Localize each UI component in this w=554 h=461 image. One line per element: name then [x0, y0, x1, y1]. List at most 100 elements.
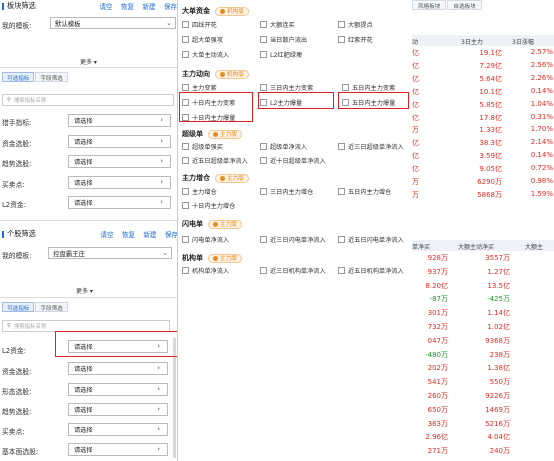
checkbox-box[interactable]: [260, 21, 267, 28]
checkbox-item[interactable]: 主力变紫: [182, 83, 217, 92]
checkbox-label: 机构单净流入: [192, 268, 230, 275]
checkbox-box[interactable]: [260, 51, 267, 58]
checkbox-box[interactable]: [182, 267, 189, 274]
checkbox-item[interactable]: 闪电单净流入: [182, 235, 229, 244]
checkbox-box[interactable]: [182, 236, 189, 243]
checkbox-box[interactable]: [182, 36, 189, 43]
clear-button[interactable]: 请空: [99, 3, 112, 11]
checkbox-box[interactable]: [260, 143, 267, 150]
filter-select-fundamental[interactable]: 请选择 ›: [68, 443, 168, 456]
checkbox-box[interactable]: [338, 143, 345, 150]
checkbox-item[interactable]: 主力增仓: [182, 187, 217, 196]
checkbox-box[interactable]: [342, 84, 349, 91]
checkbox-item[interactable]: 十日内主力增仓: [182, 201, 235, 210]
stock-template-select[interactable]: 控盘霸王庄 ⌄: [48, 247, 172, 259]
section-title: 大单资金: [182, 7, 210, 15]
checkbox-box[interactable]: [182, 143, 189, 150]
checkbox-box[interactable]: [260, 84, 267, 91]
checkbox-item[interactable]: 近三日机构单净流入: [260, 266, 326, 275]
save-button[interactable]: 保存: [164, 3, 177, 11]
checkbox-item[interactable]: 四线开花: [182, 20, 217, 29]
checkbox-item[interactable]: 五日内主力变紫: [342, 83, 395, 92]
checkbox-item[interactable]: L2红肥绿瘦: [260, 50, 302, 59]
template-select[interactable]: 默认模板 ⌄: [50, 17, 176, 29]
tab-custom-board[interactable]: 自选板块: [447, 0, 482, 10]
checkbox-item[interactable]: 近五日超级单净流入: [182, 156, 248, 165]
checkbox-box[interactable]: [338, 188, 345, 195]
checkbox-box[interactable]: [260, 267, 267, 274]
new-button[interactable]: 新建: [142, 3, 155, 11]
checkbox-item[interactable]: 大额提点: [338, 20, 373, 29]
table-cell: 万: [412, 190, 419, 199]
more-toggle[interactable]: 更多 ▾: [76, 286, 93, 295]
save-button[interactable]: 保存: [165, 231, 177, 239]
checkbox-box[interactable]: [182, 84, 189, 91]
column-header[interactable]: 3日涨幅: [512, 37, 534, 46]
checkbox-item[interactable]: 三日内主力增仓: [260, 187, 313, 196]
checkbox-item[interactable]: 超级单强买: [182, 142, 223, 151]
checkbox-item[interactable]: 超大单强攻: [182, 35, 223, 44]
restore-button[interactable]: 恢复: [121, 3, 134, 11]
column-header[interactable]: 大额主: [525, 242, 543, 251]
checkbox-box[interactable]: [182, 188, 189, 195]
checkbox-item[interactable]: 近十日超级单净流入: [260, 156, 326, 165]
checkbox-box[interactable]: [338, 236, 345, 243]
checkbox-item[interactable]: 当日散户流出: [260, 35, 307, 44]
more-toggle[interactable]: 更多 ▾: [80, 57, 97, 66]
tab-optional-indicators[interactable]: 可选指标: [2, 302, 35, 312]
checkbox-box[interactable]: [182, 51, 189, 58]
checkbox-item[interactable]: 近三日闪电单净流入: [260, 235, 326, 244]
checkbox-box[interactable]: [338, 21, 345, 28]
filter-value: 请选择: [74, 118, 93, 125]
checkbox-item[interactable]: 机构单净流入: [182, 266, 229, 275]
tab-field-filter[interactable]: 字段筛选: [35, 302, 68, 312]
chevron-right-icon: ›: [160, 137, 163, 145]
checkbox-box[interactable]: [182, 157, 189, 164]
column-header[interactable]: 单净买: [412, 242, 430, 251]
tab-field-filter[interactable]: 字段筛选: [35, 72, 68, 82]
indicator-search-input[interactable]: ⚲ 搜索指标名称: [2, 94, 174, 106]
filter-select-trend[interactable]: 请选择 ›: [68, 155, 171, 168]
filter-value: 请选择: [74, 180, 93, 187]
checkbox-box[interactable]: [182, 21, 189, 28]
checkbox-box[interactable]: [260, 188, 267, 195]
checkbox-item[interactable]: 超级单净流入: [260, 142, 307, 151]
column-header[interactable]: 3日主力: [461, 37, 483, 46]
filter-select-fund[interactable]: 请选择 ›: [68, 135, 171, 148]
filter-select-trend[interactable]: 请选择 ›: [68, 403, 168, 416]
checkbox-box[interactable]: [338, 267, 345, 274]
filter-select-pattern[interactable]: 请选择 ›: [68, 383, 168, 396]
checkbox-item[interactable]: 三日内主力变紫: [260, 83, 313, 92]
checkbox-box[interactable]: [260, 157, 267, 164]
filter-select-hunter[interactable]: 请选择 ›: [68, 114, 171, 127]
restore-button[interactable]: 恢复: [122, 231, 135, 239]
column-header[interactable]: 大额主动净买: [458, 242, 494, 251]
filter-select-buysell[interactable]: 请选择 ›: [68, 423, 168, 436]
checkbox-item[interactable]: 五日内主力增仓: [338, 187, 391, 196]
filter-select-l2[interactable]: 请选择 ›: [68, 196, 171, 209]
board-filter-title: 板块筛选: [7, 1, 36, 10]
checkbox-item[interactable]: 大单主动流入: [182, 50, 229, 59]
chevron-down-icon: ⌄: [162, 249, 168, 257]
chevron-down-icon: ⌄: [166, 19, 172, 27]
checkbox-box[interactable]: [260, 36, 267, 43]
checkbox-item[interactable]: 大额连买: [260, 20, 295, 29]
filter-select-fund[interactable]: 请选择 ›: [68, 362, 168, 375]
filter-value: 请选择: [74, 159, 93, 166]
filter-select-buysell[interactable]: 请选择 ›: [68, 176, 171, 189]
checkbox-item[interactable]: 近五日机构单净流入: [338, 266, 404, 275]
clear-button[interactable]: 请空: [100, 231, 113, 239]
checkbox-box[interactable]: [182, 202, 189, 209]
tab-style-board[interactable]: 风格板块: [412, 0, 447, 10]
tab-optional-indicators[interactable]: 可选指标: [2, 72, 35, 82]
checkbox-item[interactable]: 红紫开花: [338, 35, 373, 44]
checkbox-label: 超级单净流入: [270, 144, 308, 151]
checkbox-box[interactable]: [260, 236, 267, 243]
new-button[interactable]: 新建: [143, 231, 156, 239]
checkbox-item[interactable]: 近五日闪电单净流入: [338, 235, 404, 244]
table-cell: 732万: [427, 323, 448, 331]
column-header[interactable]: 动: [412, 37, 418, 46]
checkbox-box[interactable]: [338, 36, 345, 43]
crown-icon: [213, 131, 218, 137]
checkbox-item[interactable]: 近三日超级单净流入: [338, 142, 404, 151]
